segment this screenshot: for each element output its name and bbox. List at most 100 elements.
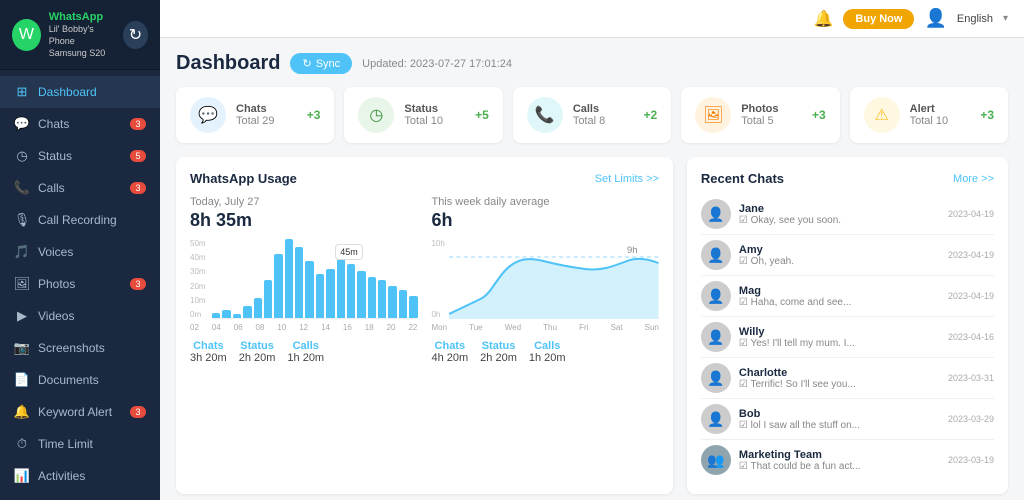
stat-delta: +3 [307, 108, 321, 122]
sidebar-item-chats[interactable]: 💬 Chats 3 [0, 108, 160, 140]
sidebar: W WhatsApp Lil' Bobby's Phone Samsung S2… [0, 0, 160, 500]
stat-total: Total 29 [236, 115, 297, 127]
stat-card-chats[interactable]: 💬 Chats Total 29 +3 [176, 87, 334, 143]
sidebar-item-dashboard[interactable]: ⊞ Dashboard [0, 76, 160, 108]
sidebar-header: W WhatsApp Lil' Bobby's Phone Samsung S2… [0, 0, 160, 70]
sync-icon: ↻ [302, 57, 311, 70]
sidebar-item-keyword-alert[interactable]: 🔔 Keyword Alert 3 [0, 396, 160, 428]
chat-list-item[interactable]: 👤 Jane ☑ Okay, see you soon. 2023-04-19 [701, 194, 994, 235]
sidebar-item-status[interactable]: ◷ Status 5 [0, 140, 160, 172]
chat-info: Bob ☑ lol I saw all the stuff on... [739, 408, 940, 431]
left-stat-chats: Chats 3h 20m [190, 340, 227, 364]
sidebar-item-label: Chats [38, 117, 122, 131]
line-chart: 9h [449, 239, 658, 319]
bar-item [347, 264, 355, 318]
stat-card-alert[interactable]: ⚠ Alert Total 10 +3 [850, 87, 1008, 143]
chat-list-item[interactable]: 👤 Charlotte ☑ Terrific! So I'll see you.… [701, 358, 994, 399]
stat-label: Status [239, 340, 276, 352]
bar-item [254, 298, 262, 318]
stat-info: Photos Total 5 [741, 103, 802, 127]
page-title: Dashboard [176, 52, 280, 75]
sidebar-item-icon: ⏱ [14, 436, 30, 452]
buy-now-button[interactable]: Buy Now [843, 9, 914, 29]
chat-info: Marketing Team ☑ That could be a fun act… [739, 449, 940, 472]
bar-item [233, 314, 241, 318]
bar-item [285, 239, 293, 318]
sync-button[interactable]: ↻ Sync [290, 53, 352, 74]
chat-list-item[interactable]: 👥 Marketing Team ☑ That could be a fun a… [701, 440, 994, 480]
sidebar-item-label: Voices [38, 245, 146, 259]
stat-info: Chats Total 29 [236, 103, 297, 127]
notification-bell-icon[interactable]: 🔔 [813, 9, 833, 29]
chat-avatar: 👤 [701, 363, 731, 393]
bar-item [357, 271, 365, 318]
sidebar-item-label: Documents [38, 373, 146, 387]
chat-date: 2023-04-19 [948, 291, 994, 301]
sidebar-item-icon: ◷ [14, 148, 30, 164]
stat-info: Alert Total 10 [910, 103, 971, 127]
chat-list-item[interactable]: 👤 Bob ☑ lol I saw all the stuff on... 20… [701, 399, 994, 440]
chat-preview: ☑ Okay, see you soon. [739, 215, 940, 226]
chat-date: 2023-04-16 [948, 332, 994, 342]
sidebar-logo-text: WhatsApp Lil' Bobby's Phone Samsung S20 [49, 10, 115, 59]
chat-preview: ☑ Haha, come and see... [739, 297, 940, 308]
sidebar-item-call-recording[interactable]: 🎙 Call Recording [0, 204, 160, 236]
sidebar-item-data-export[interactable]: 📤 Data Export [0, 492, 160, 500]
sidebar-item-time-limit[interactable]: ⏱ Time Limit [0, 428, 160, 460]
stat-card-status[interactable]: ◷ Status Total 10 +5 [344, 87, 502, 143]
usage-right: This week daily average 6h 10h 0h [431, 196, 658, 364]
bar-chart [212, 239, 417, 319]
chat-list-item[interactable]: 👤 Willy ☑ Yes! I'll tell my mum. I... 20… [701, 317, 994, 358]
sidebar-nav: ⊞ Dashboard 💬 Chats 3 ◷ Status 5 📞 Calls… [0, 70, 160, 500]
stat-value: 1h 20m [287, 352, 324, 364]
set-limits-link[interactable]: Set Limits >> [595, 173, 659, 185]
stat-card-photos[interactable]: 🖼 Photos Total 5 +3 [681, 87, 839, 143]
chat-info: Mag ☑ Haha, come and see... [739, 285, 940, 308]
today-time: 8h 35m [190, 210, 417, 231]
chat-avatar: 👤 [701, 199, 731, 229]
sidebar-item-icon: 🖼 [14, 276, 30, 292]
chat-list-item[interactable]: 👤 Mag ☑ Haha, come and see... 2023-04-19 [701, 276, 994, 317]
sidebar-item-label: Calls [38, 181, 122, 195]
updated-text: Updated: 2023-07-27 17:01:24 [362, 58, 512, 70]
stat-card-calls[interactable]: 📞 Calls Total 8 +2 [513, 87, 671, 143]
stat-label: Status [404, 103, 465, 115]
device-name: Lil' Bobby's Phone Samsung S20 [49, 24, 115, 59]
chat-date: 2023-03-29 [948, 414, 994, 424]
chat-date: 2023-04-19 [948, 209, 994, 219]
chat-name: Charlotte [739, 367, 940, 379]
y-label-10: 10m [190, 296, 206, 305]
sidebar-badge: 5 [130, 150, 146, 162]
stat-icon: 🖼 [695, 97, 731, 133]
chat-avatar: 👤 [701, 404, 731, 434]
stat-value: 2h 20m [239, 352, 276, 364]
stat-label: Chats [236, 103, 297, 115]
sidebar-item-documents[interactable]: 📄 Documents [0, 364, 160, 396]
more-chats-link[interactable]: More >> [953, 173, 994, 185]
sidebar-sync-button[interactable]: ↻ [123, 21, 148, 49]
today-label: Today, July 27 [190, 196, 417, 208]
sidebar-item-voices[interactable]: 🎵 Voices [0, 236, 160, 268]
svg-text:9h: 9h [628, 245, 638, 255]
bar-tooltip: 45m [335, 244, 363, 260]
sidebar-item-videos[interactable]: ▶ Videos [0, 300, 160, 332]
chat-preview: ☑ Yes! I'll tell my mum. I... [739, 338, 940, 349]
sidebar-item-screenshots[interactable]: 📷 Screenshots [0, 332, 160, 364]
sidebar-item-icon: 📄 [14, 372, 30, 388]
y-label-50: 50m [190, 239, 206, 248]
sidebar-item-label: Activities [38, 469, 146, 483]
user-icon[interactable]: 👤 [924, 8, 946, 29]
stat-total: Total 8 [573, 115, 634, 127]
stat-icon: ◷ [358, 97, 394, 133]
chat-list-item[interactable]: 👤 Amy ☑ Oh, yeah. 2023-04-19 [701, 235, 994, 276]
sidebar-item-calls[interactable]: 📞 Calls 3 [0, 172, 160, 204]
chat-preview: ☑ That could be a fun act... [739, 461, 940, 472]
stat-info: Status Total 10 [404, 103, 465, 127]
sidebar-item-icon: ▶ [14, 308, 30, 324]
sidebar-item-activities[interactable]: 📊 Activities [0, 460, 160, 492]
sidebar-item-photos[interactable]: 🖼 Photos 3 [0, 268, 160, 300]
stat-cards-row: 💬 Chats Total 29 +3 ◷ Status Total 10 +5… [176, 87, 1008, 143]
chat-name: Jane [739, 203, 940, 215]
language-selector[interactable]: English [957, 13, 993, 25]
bar-item [409, 296, 417, 318]
